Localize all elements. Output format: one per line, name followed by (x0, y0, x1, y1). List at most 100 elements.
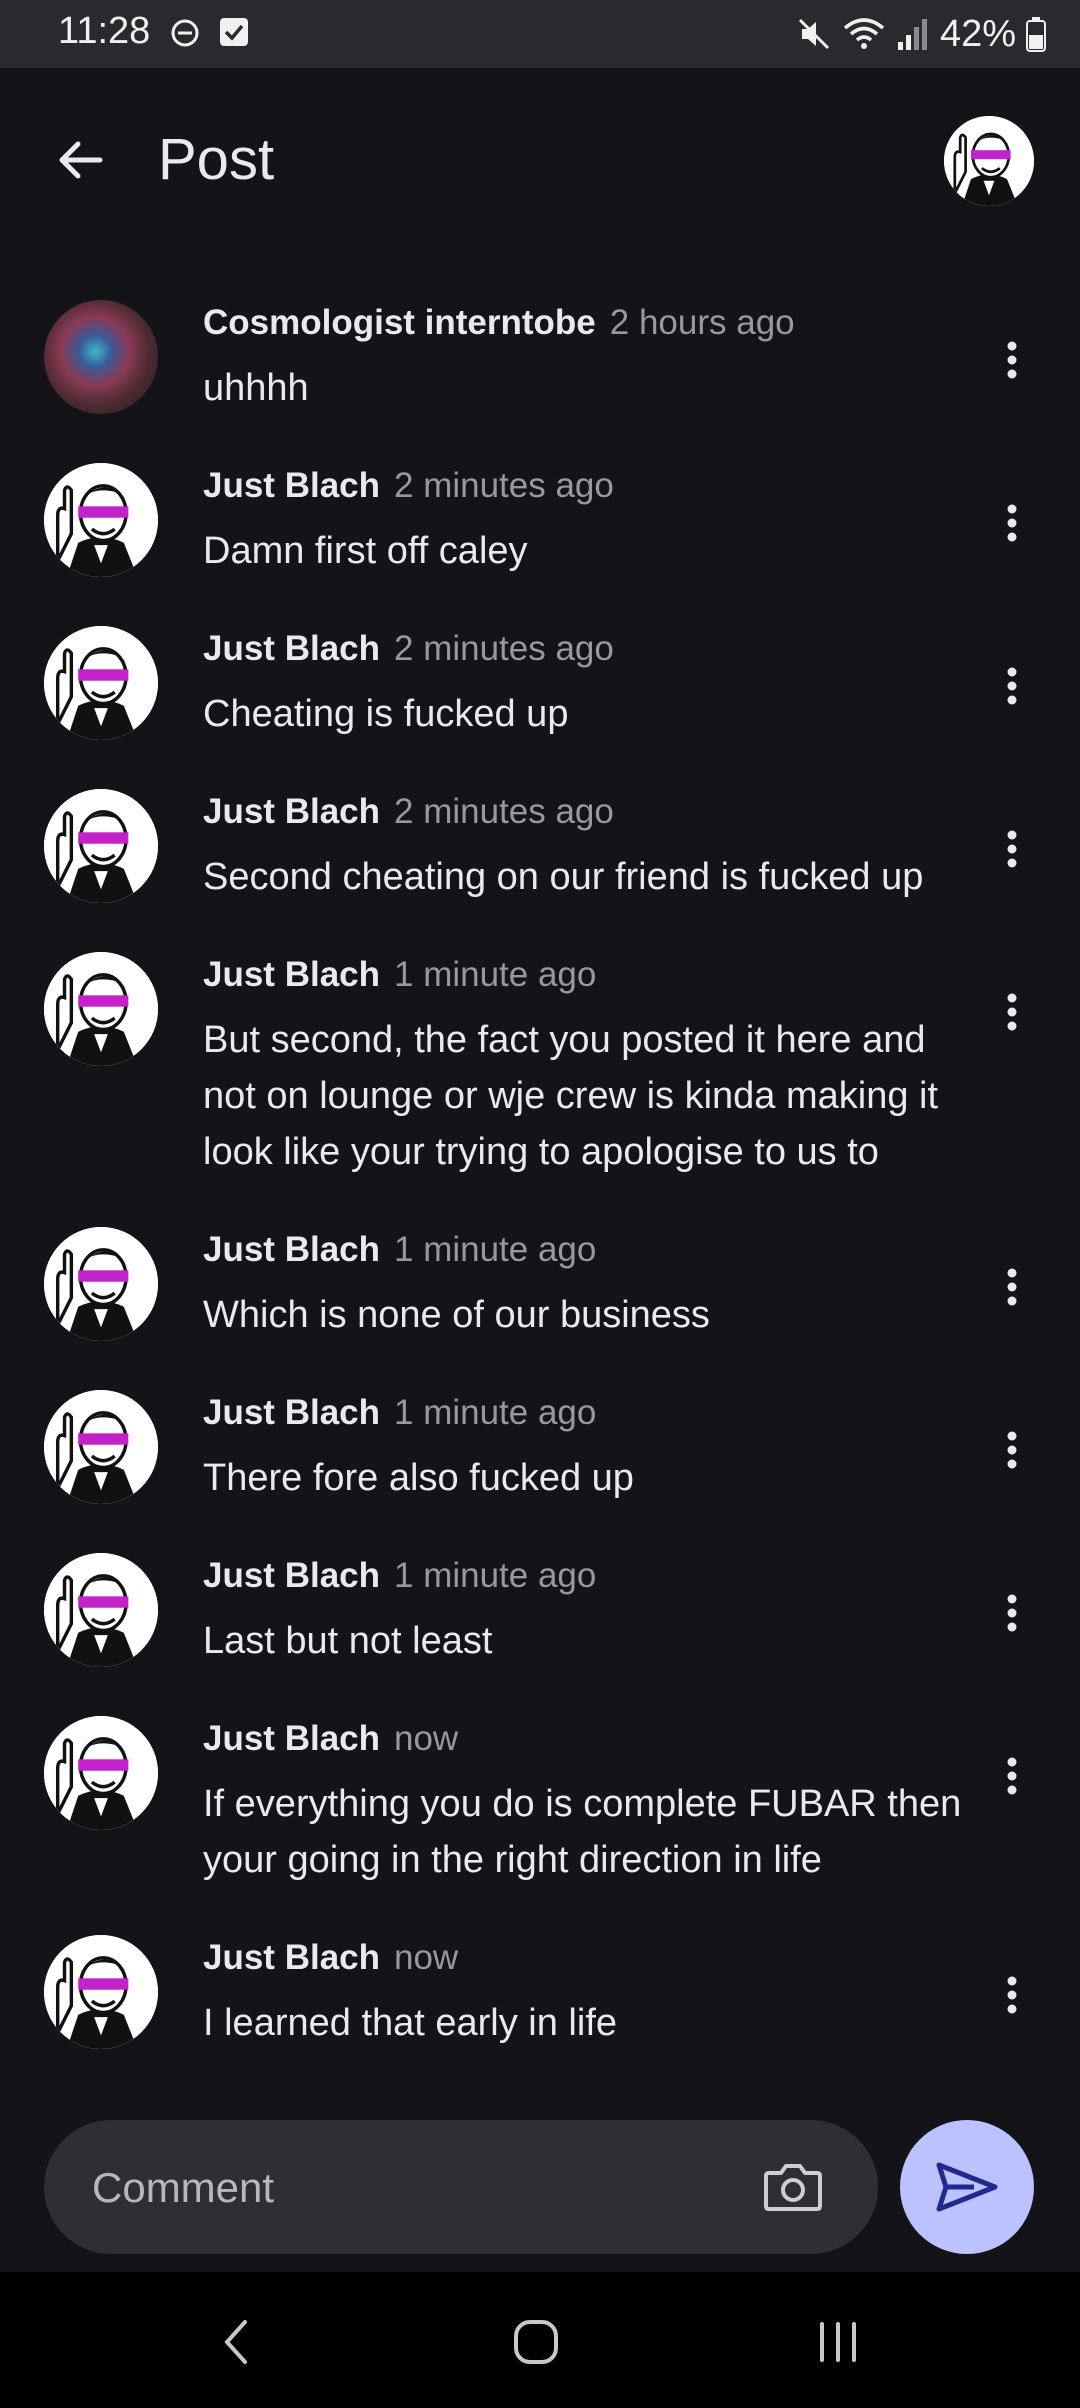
comment-time: 1 minute ago (394, 1230, 597, 1269)
more-vertical-icon (1007, 1431, 1017, 1469)
more-vertical-icon (1007, 667, 1017, 705)
nav-home-button[interactable] (496, 2302, 576, 2382)
comment-header: Just Blach 2 minutes ago (203, 626, 614, 672)
comment-text: If everything you do is complete FUBAR t… (203, 1783, 962, 1881)
commenter-avatar[interactable] (44, 463, 158, 577)
sketch-avatar-icon (44, 1390, 158, 1504)
commenter-avatar[interactable] (44, 300, 158, 414)
comment-input[interactable] (90, 2120, 734, 2256)
comment-time: 2 minutes ago (394, 466, 614, 505)
top-app-bar: Post (0, 68, 1080, 252)
comment-author[interactable]: Just Blach (203, 1230, 380, 1269)
comment-time: now (394, 1938, 459, 1977)
commenter-avatar[interactable] (44, 1716, 158, 1830)
comment-time: 1 minute ago (394, 955, 597, 994)
sketch-avatar-icon (44, 1716, 158, 1830)
more-vertical-icon (1007, 504, 1017, 542)
do-not-disturb-icon (171, 19, 199, 47)
arrow-left-icon (59, 141, 103, 179)
status-right-group: 42% (796, 10, 1046, 58)
more-vertical-icon (1007, 1268, 1017, 1306)
status-time: 11:28 (58, 10, 151, 52)
comment-text: Second cheating on our friend is fucked … (203, 856, 924, 898)
comment-author[interactable]: Just Blach (203, 629, 380, 668)
checkbox-notification-icon (220, 18, 248, 46)
comment-author[interactable]: Just Blach (203, 1393, 380, 1432)
page-title: Post (158, 127, 275, 192)
sketch-avatar-icon (944, 116, 1034, 206)
signal-icon (897, 19, 927, 50)
comment-header: Just Blach 1 minute ago (203, 1227, 596, 1273)
commenter-avatar[interactable] (44, 1935, 158, 2049)
home-circle-icon (514, 2320, 558, 2364)
more-vertical-icon (1007, 1757, 1017, 1795)
comment-text: Damn first off caley (203, 530, 528, 572)
more-vertical-icon (1007, 1976, 1017, 2014)
comment-more-button[interactable] (982, 1746, 1042, 1806)
comment-author[interactable]: Just Blach (203, 1938, 380, 1977)
recents-icon (820, 2322, 856, 2362)
sketch-avatar-icon (44, 1935, 158, 2049)
sketch-avatar-icon (44, 463, 158, 577)
sketch-avatar-icon (44, 1553, 158, 1667)
battery-percent: 42% (939, 12, 1016, 55)
comment-more-button[interactable] (982, 819, 1042, 879)
chevron-left-icon (224, 2320, 247, 2364)
comment-more-button[interactable] (982, 982, 1042, 1042)
send-icon (936, 2162, 998, 2212)
comment-time: 1 minute ago (394, 1393, 597, 1432)
commenter-avatar[interactable] (44, 1390, 158, 1504)
comment-header: Just Blach now (203, 1716, 458, 1762)
sketch-avatar-icon (44, 626, 158, 740)
comment-header: Just Blach 1 minute ago (203, 952, 596, 998)
comment-author[interactable]: Just Blach (203, 792, 380, 831)
comment-more-button[interactable] (982, 1583, 1042, 1643)
comment-author[interactable]: Just Blach (203, 466, 380, 505)
sketch-avatar-icon (44, 952, 158, 1066)
comment-author[interactable]: Just Blach (203, 1719, 380, 1758)
commenter-avatar[interactable] (44, 789, 158, 903)
comment-author[interactable]: Just Blach (203, 1556, 380, 1595)
commenter-avatar[interactable] (44, 626, 158, 740)
battery-icon (1026, 17, 1046, 52)
comment-more-button[interactable] (982, 1257, 1042, 1317)
comment-time: 2 minutes ago (394, 792, 614, 831)
mute-icon (798, 18, 829, 50)
send-button[interactable] (900, 2120, 1034, 2254)
comment-header: Just Blach now (203, 1935, 458, 1981)
back-button[interactable] (44, 124, 116, 196)
more-vertical-icon (1007, 1594, 1017, 1632)
comment-time: now (394, 1719, 459, 1758)
comment-header: Just Blach 2 minutes ago (203, 463, 614, 509)
camera-icon (764, 2164, 822, 2211)
comment-text: uhhhh (203, 367, 309, 409)
comment-more-button[interactable] (982, 1965, 1042, 2025)
commenter-avatar[interactable] (44, 1227, 158, 1341)
camera-button[interactable] (760, 2154, 826, 2220)
status-bar: 11:28 42% (0, 0, 1080, 68)
comment-text: But second, the fact you posted it here … (203, 1019, 939, 1173)
user-avatar[interactable] (944, 116, 1034, 206)
comment-time: 1 minute ago (394, 1556, 597, 1595)
commenter-avatar[interactable] (44, 952, 158, 1066)
sketch-avatar-icon (44, 789, 158, 903)
comment-more-button[interactable] (982, 493, 1042, 553)
comment-header: Just Blach 1 minute ago (203, 1390, 596, 1436)
comment-text: Cheating is fucked up (203, 693, 569, 735)
comment-time: 2 hours ago (609, 303, 795, 342)
comment-text: Last but not least (203, 1620, 493, 1662)
comment-more-button[interactable] (982, 330, 1042, 390)
comment-more-button[interactable] (982, 1420, 1042, 1480)
more-vertical-icon (1007, 341, 1017, 379)
comment-author[interactable]: Cosmologist interntobe (203, 303, 596, 342)
comment-text: There fore also fucked up (203, 1457, 634, 1499)
nav-back-button[interactable] (196, 2302, 276, 2382)
nav-recents-button[interactable] (798, 2302, 878, 2382)
comment-author[interactable]: Just Blach (203, 955, 380, 994)
comment-header: Just Blach 2 minutes ago (203, 789, 614, 835)
commenter-avatar[interactable] (44, 1553, 158, 1667)
comment-text: Which is none of our business (203, 1294, 710, 1336)
comment-more-button[interactable] (982, 656, 1042, 716)
wifi-icon (843, 18, 885, 49)
system-navigation-bar (0, 2272, 1080, 2408)
